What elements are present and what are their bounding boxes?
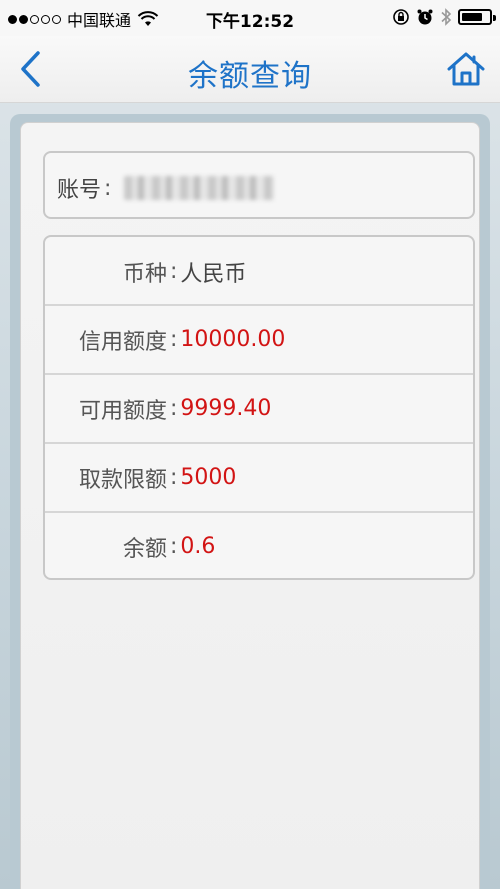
credit-limit-label: 信用额度 — [78, 329, 167, 355]
content-panel: 账号 : 币种 : 人民币 信用额度 : 10000.00 可用额度 : 999… — [10, 114, 490, 889]
withdrawal-limit-value: 5000 — [180, 465, 237, 490]
currency-row: 币种 : 人民币 — [45, 237, 473, 306]
home-button[interactable] — [444, 49, 488, 89]
balance-details-card: 币种 : 人民币 信用额度 : 10000.00 可用额度 : 9999.40 … — [43, 235, 475, 580]
battery-icon — [458, 9, 496, 25]
page-title: 余额查询 — [188, 59, 312, 94]
currency-value: 人民币 — [180, 261, 247, 287]
balance-value: 0.6 — [180, 534, 216, 559]
account-label: 账号 — [57, 178, 102, 203]
available-credit-label: 可用额度 — [78, 398, 167, 424]
account-number-masked — [124, 176, 275, 200]
available-credit-value: 9999.40 — [180, 396, 272, 421]
balance-label: 余额 — [122, 536, 167, 562]
withdrawal-limit-colon: : — [170, 465, 178, 490]
withdrawal-limit-label: 取款限额 — [78, 467, 167, 493]
home-icon — [447, 52, 485, 86]
balance-colon: : — [170, 534, 178, 559]
status-right — [392, 7, 496, 27]
account-card: 账号 : — [43, 151, 475, 219]
account-row: 账号 : — [57, 172, 275, 204]
alarm-icon — [417, 9, 433, 25]
bluetooth-icon — [441, 8, 452, 26]
nav-bar: 余额查询 — [0, 36, 500, 103]
account-colon: : — [104, 175, 112, 201]
credit-limit-row: 信用额度 : 10000.00 — [45, 304, 473, 373]
orientation-lock-icon — [393, 9, 409, 25]
available-credit-row: 可用额度 : 9999.40 — [45, 373, 473, 442]
balance-row: 余额 : 0.6 — [45, 511, 473, 580]
content-panel-inner: 账号 : 币种 : 人民币 信用额度 : 10000.00 可用额度 : 999… — [20, 122, 480, 889]
status-bar: 中国联通 下午12:52 — [0, 0, 500, 36]
currency-colon: : — [170, 259, 178, 284]
currency-label: 币种 — [122, 261, 167, 287]
withdrawal-limit-row: 取款限额 : 5000 — [45, 442, 473, 511]
credit-limit-value: 10000.00 — [180, 327, 286, 352]
credit-limit-colon: : — [170, 327, 178, 352]
available-credit-colon: : — [170, 396, 178, 421]
